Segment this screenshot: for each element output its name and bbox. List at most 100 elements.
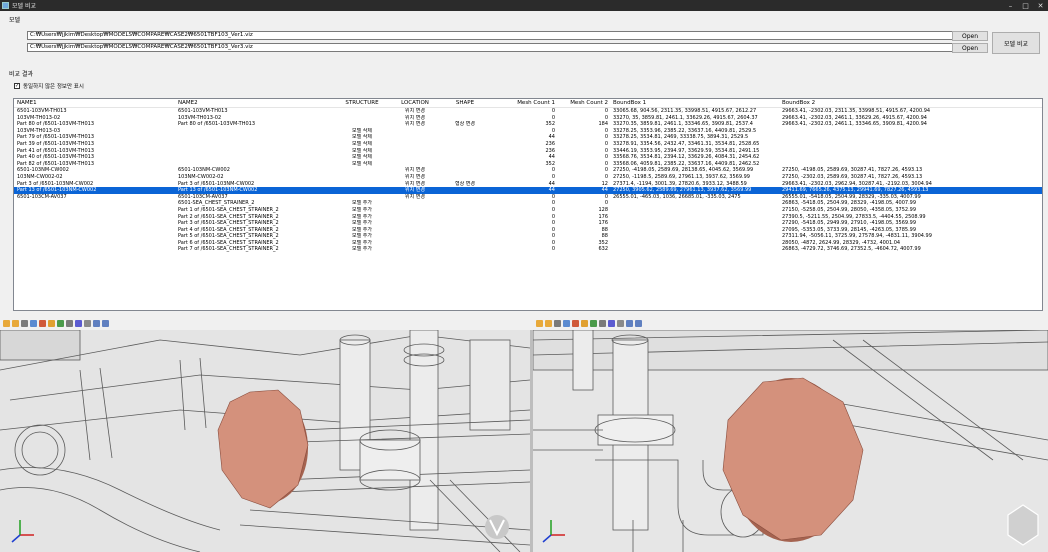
table-row[interactable]: Part 2 of /6501-SEA_CHEST_STRAINER_2 모델 추… — [14, 214, 1042, 221]
column-header[interactable]: BoundBox 1 — [610, 99, 779, 107]
diff-only-checkbox[interactable]: ✓ — [14, 83, 20, 89]
table-cell: 6501-103CM-AV037 — [17, 193, 67, 200]
open-model1-button[interactable]: Open — [952, 31, 988, 41]
table-row[interactable]: Part 82 of /6501-103VM-TH013 모델 삭제 352 0 335… — [14, 161, 1042, 168]
table-cell: 형상 변경 — [455, 180, 475, 187]
column-header[interactable]: Mesh Count 1 — [487, 99, 557, 107]
table-row[interactable]: Part 40 of /6501-103VM-TH013 모델 삭제 44 0 3356… — [14, 154, 1042, 161]
maximize-icon[interactable]: □ — [1018, 0, 1033, 11]
table-cell: 위치 변경 — [405, 187, 425, 194]
shape-icon[interactable] — [21, 320, 28, 327]
visibility-icon[interactable] — [57, 320, 64, 327]
measure-icon[interactable] — [599, 320, 606, 327]
table-cell: 0 — [551, 233, 555, 240]
select-icon[interactable] — [30, 320, 37, 327]
table-row[interactable]: 6501-103CM-AV037 6501-103CM-AV037 위치 변경 0 0 2… — [14, 194, 1042, 201]
table-row[interactable]: 6501-SEA_CHEST_STRAINER_2 모델 추가 0 0 26863, -… — [14, 200, 1042, 207]
table-cell — [779, 128, 959, 135]
table-row[interactable]: Part 7 of /6501-SEA_CHEST_STRAINER_2 모델 추… — [14, 246, 1042, 253]
table-cell — [14, 200, 175, 207]
table-row[interactable]: 103VM-TH013-02 103VM-TH013-02 위치 변경 0 0 33270… — [14, 115, 1042, 122]
column-header[interactable]: LOCATION — [387, 99, 443, 107]
table-row[interactable]: Part 6 of /6501-SEA_CHEST_STRAINER_2 모델 추… — [14, 240, 1042, 247]
model1-path-input[interactable]: C:₩Users₩jjkim₩Desktop₩MODELS₩COMPARE₩CA… — [27, 31, 954, 40]
table-row[interactable]: Part 39 of /6501-103VM-TH013 모델 삭제 236 0 332… — [14, 141, 1042, 148]
table-cell: 26555.01, -465.03, 1036, 26685.01, -335.… — [613, 193, 741, 200]
table-cell: 27250, 3905.62, 2589.69, 27961.13, 3937.… — [613, 187, 752, 194]
table-cell: 0 — [604, 200, 608, 207]
column-header[interactable]: NAME2 — [175, 99, 337, 107]
folder-save-icon[interactable] — [12, 320, 19, 327]
section-icon[interactable] — [608, 320, 615, 327]
table-row[interactable]: 103VM-TH013-03 모델 삭제 0 0 33278.25, 3353.96, … — [14, 128, 1042, 135]
table-cell: 6501-103NM-CW002 — [17, 167, 69, 174]
table-row[interactable]: Part 80 of /6501-103VM-TH013 Part 80 of /… — [14, 121, 1042, 128]
table-header: NAME1 NAME2 STRUCTURE LOCATION SHAPE Mesh Cou… — [14, 99, 1042, 108]
table-cell: 0 — [604, 147, 608, 154]
table-row[interactable]: Part 79 of /6501-103VM-TH013 모델 삭제 44 0 3327… — [14, 134, 1042, 141]
table-row[interactable]: Part 13 of /6501-103NM-CW002 Part 13 of /… — [14, 187, 1042, 194]
settings-icon[interactable] — [626, 320, 633, 327]
table-cell: 모델 추가 — [352, 200, 372, 207]
tree-icon[interactable] — [617, 320, 624, 327]
result-table[interactable]: NAME1 NAME2 STRUCTURE LOCATION SHAPE Mesh Cou… — [13, 98, 1043, 311]
table-cell: 103VM-TH013-02 — [17, 114, 61, 121]
table-row[interactable]: Part 41 of /6501-103VM-TH013 모델 삭제 236 0 334… — [14, 148, 1042, 155]
table-cell: 모델 삭제 — [352, 154, 372, 161]
close-icon[interactable]: ✕ — [1033, 0, 1048, 11]
table-row[interactable]: 6501-103VM-TH013 6501-103VM-TH013 위치 변경 0 0 3… — [14, 108, 1042, 115]
table-row[interactable]: 103NM-CW002-02 103NM-CW002-02 위치 변경 0 0 27250… — [14, 174, 1042, 181]
column-header[interactable]: SHAPE — [443, 99, 487, 107]
right-3d-viewport[interactable] — [533, 330, 1048, 552]
table-cell: 103VM-TH013-03 — [17, 127, 61, 134]
table-cell: Part 3 of /6501-SEA_CHEST_STRAINER_2 — [178, 220, 279, 227]
left-3d-viewport[interactable] — [0, 330, 530, 552]
table-row[interactable]: Part 4 of /6501-SEA_CHEST_STRAINER_2 모델 추… — [14, 227, 1042, 234]
help-icon[interactable] — [102, 320, 109, 327]
shape-icon[interactable] — [554, 320, 561, 327]
table-cell: 352 — [545, 121, 555, 128]
column-header[interactable]: BoundBox 2 — [779, 99, 959, 107]
table-cell: 모델 추가 — [352, 226, 372, 233]
color-icon[interactable] — [581, 320, 588, 327]
model2-path-input[interactable]: C:₩Users₩jjkim₩Desktop₩MODELS₩COMPARE₩CA… — [27, 43, 954, 52]
column-header[interactable]: Mesh Count 2 — [557, 99, 610, 107]
visibility-icon[interactable] — [590, 320, 597, 327]
zoom-icon[interactable] — [39, 320, 46, 327]
table-row[interactable]: Part 3 of /6501-SEA_CHEST_STRAINER_2 모델 추… — [14, 220, 1042, 227]
open-model2-button[interactable]: Open — [952, 43, 988, 53]
table-cell: 29663.41, -2302.03, 2962.94, 30287.41, -… — [782, 180, 932, 187]
folder-open-icon[interactable] — [3, 320, 10, 327]
table-cell — [387, 141, 443, 148]
column-header[interactable]: NAME1 — [14, 99, 175, 107]
table-cell: 6501-SEA_CHEST_STRAINER_2 — [178, 200, 255, 207]
tree-icon[interactable] — [84, 320, 91, 327]
folder-save-icon[interactable] — [545, 320, 552, 327]
table-cell: 0 — [604, 134, 608, 141]
zoom-icon[interactable] — [572, 320, 579, 327]
measure-icon[interactable] — [66, 320, 73, 327]
table-cell: 33278.91, 3354.56, 2432.47, 33461.31, 35… — [613, 140, 760, 147]
minimize-icon[interactable]: – — [1003, 0, 1018, 11]
diff-only-checkbox-row[interactable]: ✓ 동일하지 않은 정보만 표시 — [14, 82, 84, 90]
select-icon[interactable] — [563, 320, 570, 327]
settings-icon[interactable] — [93, 320, 100, 327]
column-header[interactable]: STRUCTURE — [337, 99, 387, 107]
table-cell: 236 — [545, 140, 555, 147]
table-cell — [779, 141, 959, 148]
table-row[interactable]: Part 5 of /6501-SEA_CHEST_STRAINER_2 모델 추… — [14, 233, 1042, 240]
folder-open-icon[interactable] — [536, 320, 543, 327]
section-icon[interactable] — [75, 320, 82, 327]
table-cell: 위치 변경 — [405, 180, 425, 187]
table-cell: 44 — [548, 134, 555, 141]
help-icon[interactable] — [635, 320, 642, 327]
color-icon[interactable] — [48, 320, 55, 327]
table-cell: 0 — [604, 154, 608, 161]
table-row[interactable]: Part 3 of /6501-103NM-CW002 Part 3 of /65… — [14, 181, 1042, 188]
table-row[interactable]: 6501-103NM-CW002 6501-103NM-CW002 위치 변경 0 0 2… — [14, 167, 1042, 174]
compare-models-button[interactable]: 모델 비교 — [992, 32, 1040, 54]
table-cell — [387, 214, 443, 221]
table-cell — [779, 148, 959, 155]
table-cell — [443, 233, 487, 240]
table-row[interactable]: Part 1 of /6501-SEA_CHEST_STRAINER_2 모델 추… — [14, 207, 1042, 214]
